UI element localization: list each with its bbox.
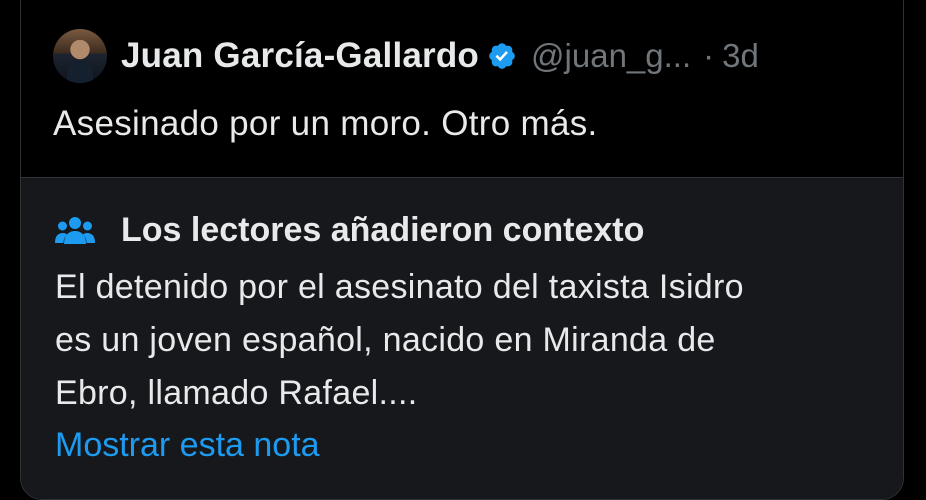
- tweet[interactable]: Juan García-Gallardo @juan_g... · 3d Ase…: [21, 0, 903, 177]
- community-note-text: El detenido por el asesinato del taxista…: [55, 261, 885, 420]
- tweet-text: Asesinado por un moro. Otro más.: [53, 104, 598, 143]
- separator-dot: ·: [703, 37, 715, 74]
- tweet-header: Juan García-Gallardo @juan_g... · 3d: [53, 29, 759, 83]
- timestamp[interactable]: 3d: [722, 37, 759, 75]
- community-note-line: El detenido por el asesinato del taxista…: [55, 268, 744, 306]
- author-name[interactable]: Juan García-Gallardo: [121, 36, 479, 76]
- verified-badge-icon: [489, 43, 515, 69]
- community-note: Los lectores añadieron contexto El deten…: [21, 177, 903, 499]
- community-note-line: es un joven español, nacido en Miranda d…: [55, 321, 716, 359]
- community-note-line: Ebro, llamado Rafael....: [55, 374, 418, 412]
- tweet-card[interactable]: Juan García-Gallardo @juan_g... · 3d Ase…: [20, 0, 904, 500]
- community-note-title: Los lectores añadieron contexto: [121, 210, 645, 249]
- community-note-header: Los lectores añadieron contexto: [55, 208, 644, 252]
- show-note-link[interactable]: Mostrar esta nota: [55, 426, 320, 465]
- people-icon: [55, 217, 95, 244]
- avatar[interactable]: [53, 29, 107, 83]
- author-handle[interactable]: @juan_g...: [531, 37, 691, 75]
